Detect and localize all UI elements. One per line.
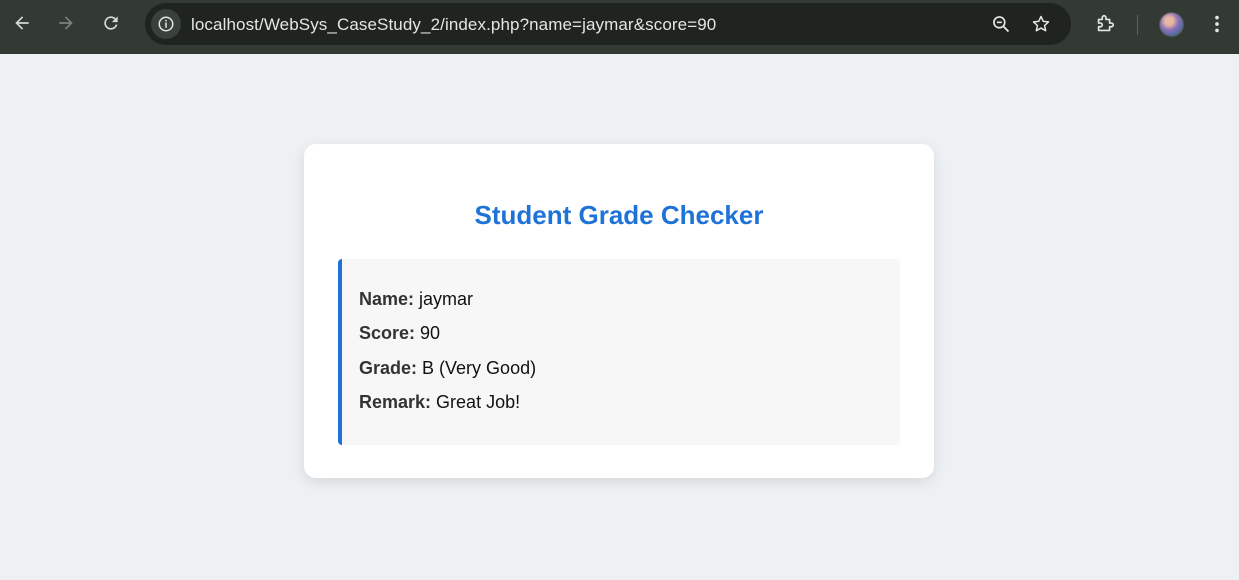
zoom-button[interactable]: [990, 13, 1012, 35]
name-value: jaymar: [419, 289, 474, 309]
score-label: Score:: [359, 323, 421, 343]
grade-value: B (Very Good): [422, 358, 537, 378]
grade-row: Grade: B (Very Good): [359, 358, 536, 379]
more-vertical-icon: [1215, 15, 1219, 33]
toolbar-divider: [1137, 15, 1138, 35]
profile-avatar[interactable]: [1159, 12, 1184, 37]
zoom-out-icon: [993, 16, 1010, 33]
address-bar[interactable]: localhost/WebSys_CaseStudy_2/index.php?n…: [145, 3, 1071, 45]
grade-card: Student Grade Checker Name: jaymar Score…: [304, 144, 934, 478]
remark-value: Great Job!: [436, 392, 521, 412]
info-icon: [158, 16, 174, 32]
site-info-button[interactable]: [151, 9, 181, 39]
score-row: Score: 90: [359, 323, 440, 344]
result-panel: Name: jaymar Score: 90 Grade: B (Very Go…: [338, 259, 900, 445]
score-value: 90: [420, 323, 441, 343]
star-icon: [1032, 15, 1050, 32]
reload-button[interactable]: [97, 9, 125, 37]
puzzle-icon: [1097, 14, 1115, 32]
name-row: Name: jaymar: [359, 289, 473, 310]
name-label: Name:: [359, 289, 420, 309]
arrow-left-icon: [15, 16, 29, 30]
browser-toolbar: localhost/WebSys_CaseStudy_2/index.php?n…: [0, 0, 1239, 54]
forward-button[interactable]: [52, 9, 80, 37]
remark-row: Remark: Great Job!: [359, 392, 520, 413]
menu-button[interactable]: [1204, 11, 1230, 37]
reload-icon: [104, 16, 118, 30]
extensions-button[interactable]: [1092, 11, 1118, 37]
grade-label: Grade:: [359, 358, 423, 378]
arrow-right-icon: [59, 16, 73, 30]
page-title: Student Grade Checker: [474, 200, 764, 230]
remark-label: Remark:: [359, 392, 437, 412]
back-button[interactable]: [8, 9, 36, 37]
bookmark-button[interactable]: [1030, 13, 1052, 35]
url-text[interactable]: localhost/WebSys_CaseStudy_2/index.php?n…: [191, 15, 716, 35]
